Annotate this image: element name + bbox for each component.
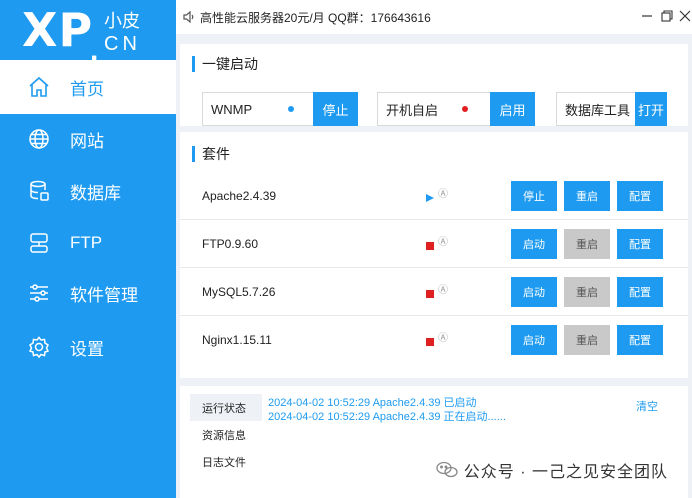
sidebar-item-website[interactable]: 网站 <box>0 112 176 166</box>
sidebar-item-label: 数据库 <box>70 183 121 203</box>
speaker-icon[interactable] <box>182 10 196 24</box>
log-line: 2024-04-02 10:52:29 Apache2.4.39 已启动 <box>268 397 477 409</box>
restore-icon[interactable] <box>660 9 674 23</box>
stopped-icon <box>426 333 434 346</box>
autostart-box: 开机自启 启用 <box>377 92 535 126</box>
app-logo: XP . 小皮 CN <box>0 0 176 67</box>
main-content: 一键启动 WNMP 停止 开机自启 启用 数据库工具 打开 套件 Apache2… <box>176 34 692 498</box>
stopped-icon <box>426 237 434 250</box>
start-button[interactable]: 启动 <box>511 325 557 355</box>
database-icon <box>26 178 52 204</box>
package-name: Nginx1.15.11 <box>202 333 272 347</box>
dbtool-open-button[interactable]: 打开 <box>635 92 667 126</box>
wnmp-stop-button[interactable]: 停止 <box>313 92 358 126</box>
autostart-status-dot <box>462 106 468 112</box>
dbtool-label: 数据库工具 <box>565 102 631 118</box>
table-row: FTP0.9.60 Ⓐ 启动 重启 配置 <box>180 220 688 268</box>
start-button[interactable]: 启动 <box>511 229 557 259</box>
dbtool-box: 数据库工具 打开 <box>556 92 667 126</box>
autostart-enable-button[interactable]: 启用 <box>490 92 535 126</box>
sidebar-item-software[interactable]: 软件管理 <box>0 266 176 320</box>
restart-button[interactable]: 重启 <box>564 229 610 259</box>
config-button[interactable]: 配置 <box>617 325 663 355</box>
wnmp-label: WNMP <box>211 101 253 117</box>
quickstart-card: 一键启动 WNMP 停止 开机自启 启用 数据库工具 打开 <box>180 44 688 126</box>
close-icon[interactable] <box>678 9 692 23</box>
stopped-icon <box>426 285 434 298</box>
section-marker <box>192 146 195 162</box>
stop-button[interactable]: 停止 <box>511 181 557 211</box>
packages-card: 套件 Apache2.4.39 Ⓐ 停止 重启 配置 FTP0.9.60 Ⓐ 启… <box>180 132 688 378</box>
tab-resource-info[interactable]: 资源信息 <box>190 421 262 448</box>
log-line: 2024-04-02 10:52:29 Apache2.4.39 正在启动...… <box>268 411 506 423</box>
minimize-icon[interactable] <box>640 9 654 23</box>
sidebar: XP . 小皮 CN 首页 网站 数据库 FTP 软件管理 设置 <box>0 0 176 498</box>
logo-small-bottom: CN <box>104 33 141 55</box>
watermark: 公众号 · 一己之见安全团队 <box>436 458 668 482</box>
table-row: MySQL5.7.26 Ⓐ 启动 重启 配置 <box>180 268 688 316</box>
sidebar-item-database[interactable]: 数据库 <box>0 164 176 218</box>
wnmp-status-dot <box>288 106 294 112</box>
config-button[interactable]: 配置 <box>617 277 663 307</box>
watermark-text: 公众号 · 一己之见安全团队 <box>463 464 668 481</box>
tab-log-files[interactable]: 日志文件 <box>190 448 262 475</box>
start-button[interactable]: 启动 <box>511 277 557 307</box>
auto-icon: Ⓐ <box>438 285 448 296</box>
clear-log-button[interactable]: 清空 <box>636 398 658 414</box>
logo-xp: XP <box>22 3 94 57</box>
sidebar-item-label: 软件管理 <box>70 285 138 305</box>
auto-icon: Ⓐ <box>438 237 448 248</box>
title-text: 高性能云服务器20元/月 QQ群：176643616 <box>200 10 431 25</box>
title-bar: 高性能云服务器20元/月 QQ群：176643616 <box>176 0 692 34</box>
sidebar-item-label: 设置 <box>70 339 104 359</box>
section-title-packages: 套件 <box>192 144 230 164</box>
section-marker <box>192 56 195 72</box>
restart-button[interactable]: 重启 <box>564 181 610 211</box>
package-name: Apache2.4.39 <box>202 188 277 203</box>
auto-icon: Ⓐ <box>438 189 448 200</box>
sidebar-item-settings[interactable]: 设置 <box>0 320 176 374</box>
ftp-icon <box>26 230 52 256</box>
sidebar-item-ftp[interactable]: FTP <box>0 216 176 270</box>
sliders-icon <box>26 280 52 306</box>
package-name: MySQL5.7.26 <box>202 284 276 299</box>
packages-title: 套件 <box>202 146 230 162</box>
home-icon <box>26 74 52 100</box>
sidebar-item-label: FTP <box>70 233 103 252</box>
gear-icon <box>26 334 52 360</box>
quickstart-title: 一键启动 <box>202 56 258 72</box>
table-row: Nginx1.15.11 Ⓐ 启动 重启 配置 <box>180 316 688 364</box>
package-name: FTP0.9.60 <box>202 236 259 251</box>
restart-button[interactable]: 重启 <box>564 325 610 355</box>
auto-icon: Ⓐ <box>438 333 448 344</box>
log-tabs: 运行状态 资源信息 日志文件 <box>190 394 262 475</box>
wechat-icon <box>436 461 458 479</box>
config-button[interactable]: 配置 <box>617 229 663 259</box>
running-icon <box>426 189 434 202</box>
log-panel: 运行状态 资源信息 日志文件 2024-04-02 10:52:29 Apach… <box>180 386 688 498</box>
sidebar-item-home[interactable]: 首页 <box>0 60 176 114</box>
logo-small-top: 小皮 <box>104 11 140 31</box>
tab-run-status[interactable]: 运行状态 <box>190 394 262 421</box>
globe-icon <box>26 126 52 152</box>
log-output: 2024-04-02 10:52:29 Apache2.4.39 已启动 202… <box>268 396 506 424</box>
sidebar-item-label: 网站 <box>70 131 104 151</box>
restart-button[interactable]: 重启 <box>564 277 610 307</box>
config-button[interactable]: 配置 <box>617 181 663 211</box>
table-row: Apache2.4.39 Ⓐ 停止 重启 配置 <box>180 172 688 220</box>
section-title-quickstart: 一键启动 <box>192 54 258 74</box>
wnmp-box: WNMP 停止 <box>202 92 358 126</box>
sidebar-item-label: 首页 <box>70 79 104 99</box>
autostart-label: 开机自启 <box>386 102 439 118</box>
